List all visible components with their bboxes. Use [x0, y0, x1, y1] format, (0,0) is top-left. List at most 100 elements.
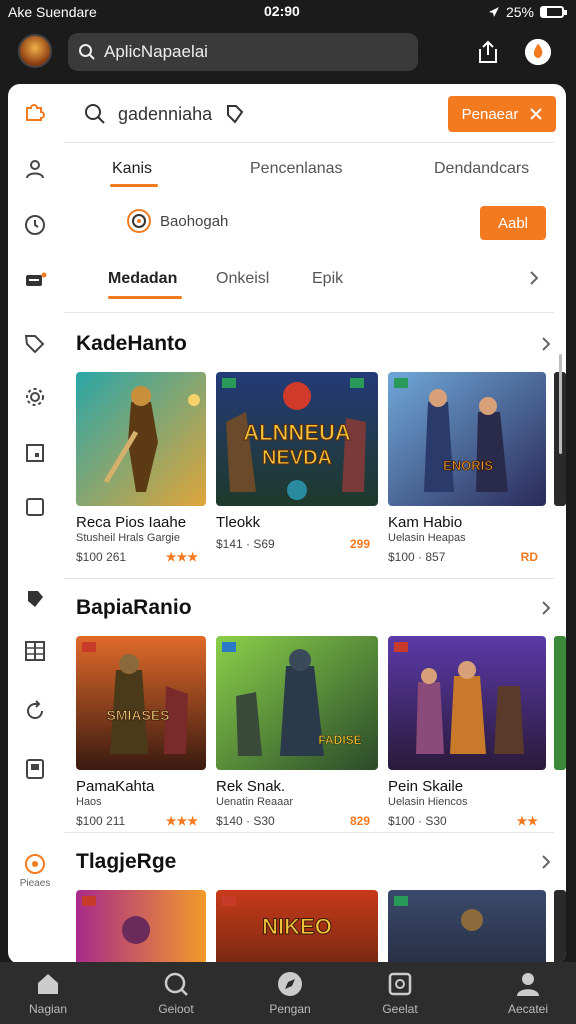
carrier-text: Ake Suendare: [8, 4, 97, 20]
tab-pencenlanas[interactable]: Pencenlanas: [250, 160, 343, 178]
nav-item-discover[interactable]: Geioot: [136, 970, 216, 1016]
bookmark-outline-icon[interactable]: [224, 103, 246, 125]
search-icon: [79, 44, 95, 60]
bottom-nav: Nagian Geioot Pengan Geelat Aecatei: [0, 962, 576, 1024]
game-price: $100 261: [76, 550, 127, 564]
bookmark-icon[interactable]: [20, 584, 50, 614]
game-title: Rek Snak.: [216, 778, 286, 795]
clock-icon[interactable]: [20, 210, 50, 240]
puzzle-icon[interactable]: [20, 96, 50, 126]
search-icon: [85, 104, 105, 124]
scrollbar[interactable]: [559, 354, 562, 454]
game-rating: 299: [349, 537, 370, 551]
game-thumbnail: [76, 890, 206, 964]
tab-onkeisl[interactable]: Onkeisl: [216, 270, 269, 288]
active-tab-indicator: [110, 184, 158, 187]
game-subtitle: Uelasin Heapas: [388, 532, 466, 544]
rail-item-bottom[interactable]: Pieaes: [14, 848, 56, 892]
chat-icon[interactable]: [20, 266, 50, 296]
game-title: Reca Pios Iaahe: [76, 514, 187, 531]
poster-text: NEVDA: [262, 447, 332, 469]
tab-epik[interactable]: Epik: [312, 270, 343, 288]
square-icon[interactable]: [20, 492, 50, 522]
search-icon: [164, 972, 188, 996]
apply-button[interactable]: Aabl: [480, 206, 546, 240]
game-card[interactable]: ENORIS Kam Habio Uelasin Heapas $100 · 8…: [388, 372, 546, 566]
refresh-icon[interactable]: [20, 696, 50, 726]
share-icon[interactable]: [474, 38, 502, 66]
filter-label[interactable]: Baohogah: [160, 213, 228, 230]
status-bar: Ake Suendare 02:90 25%: [0, 0, 576, 24]
tag-icon[interactable]: [20, 328, 50, 358]
tab-dendandcars[interactable]: Dendandcars: [434, 160, 529, 178]
game-card[interactable]: Pein Skaile Uelasin Hiencos $100 · S30 ★★: [388, 636, 546, 830]
section-title: BapiaRanio: [76, 596, 192, 619]
gear-icon[interactable]: [20, 382, 50, 412]
target-icon: [25, 853, 45, 874]
battery-percent: 25%: [505, 4, 534, 20]
game-price: $100 211: [76, 814, 126, 828]
game-title: PamaKahta: [76, 778, 155, 795]
game-subtitle: Stusheil Hrals Gargie: [76, 532, 180, 544]
media-icon[interactable]: [20, 754, 50, 784]
game-card[interactable]: [388, 890, 546, 964]
nav-item-account[interactable]: Aecatei: [488, 970, 568, 1016]
game-price: $140 · S30: [216, 814, 275, 828]
close-icon: [530, 108, 543, 120]
nav-label: Pengan: [269, 1002, 311, 1016]
game-card[interactable]: NIKEO: [216, 890, 378, 964]
next-card-peek: [554, 890, 566, 964]
main-column: gadenniaha Penaear Kanis Pencenlanas Den…: [64, 84, 566, 964]
game-rating: ★★: [516, 814, 538, 828]
tab-medadan[interactable]: Medadan: [108, 270, 177, 288]
chevron-right-icon[interactable]: [526, 270, 542, 286]
chevron-right-icon[interactable]: [538, 854, 554, 870]
game-subtitle: Uenatin Reaaar: [216, 796, 294, 808]
header-search-input[interactable]: AplicNapaelai: [68, 33, 418, 71]
primary-tabs: Kanis Pencenlanas Dendandcars: [64, 154, 554, 194]
game-card[interactable]: SMIASES PamaKahta Haos $100 211 ★★★: [76, 636, 206, 830]
filter-row: Baohogah Aabl: [64, 202, 554, 242]
divider: [64, 312, 554, 313]
game-card[interactable]: FADISE Rek Snak. Uenatin Reaaar $140 · S…: [216, 636, 378, 830]
secondary-tabs: Medadan Onkeisl Epik: [64, 264, 554, 304]
game-card[interactable]: Reca Pios Iaahe Stusheil Hrals Gargie $1…: [76, 372, 206, 566]
game-subtitle: Haos: [76, 796, 102, 808]
nav-item-library[interactable]: Geelat: [360, 970, 440, 1016]
nav-label: Geioot: [158, 1002, 194, 1016]
divider: [64, 578, 554, 579]
chevron-right-icon[interactable]: [538, 336, 554, 352]
game-thumbnail: [76, 372, 206, 506]
nav-item-compass[interactable]: Pengan: [250, 970, 330, 1016]
app-header: AplicNapaelai: [0, 26, 576, 82]
profile-flame-icon[interactable]: [524, 38, 552, 66]
nav-label: Aecatei: [507, 1002, 549, 1016]
header-search-placeholder: AplicNapaelai: [104, 42, 208, 61]
user-icon[interactable]: [20, 154, 50, 184]
game-thumbnail: ALNNEUA NEVDA: [216, 372, 378, 506]
clock: 02:90: [264, 3, 300, 19]
chevron-right-icon[interactable]: [538, 600, 554, 616]
tab-kanis[interactable]: Kanis: [112, 160, 152, 178]
battery-icon: [540, 6, 567, 18]
rail-bottom-label: Pieaes: [19, 877, 51, 889]
poster-text: ALNNEUA: [243, 420, 351, 445]
search-submit-button[interactable]: Penaear: [448, 96, 556, 132]
game-price-row: $100 · S30 ★★: [388, 814, 546, 830]
game-card[interactable]: [76, 890, 206, 964]
game-price: $141 · S69: [216, 537, 275, 551]
game-card[interactable]: ALNNEUA NEVDA Tleokk $141 · S69 299: [216, 372, 378, 553]
poster-text: ENORIS: [443, 458, 493, 473]
grid-icon[interactable]: [20, 636, 50, 666]
game-thumbnail: ENORIS: [388, 372, 546, 506]
game-price-row: $140 · S30 829: [216, 814, 378, 830]
next-card-peek: [554, 636, 566, 770]
window-icon[interactable]: [20, 438, 50, 468]
avatar[interactable]: [18, 34, 52, 68]
library-icon: [388, 972, 412, 996]
inner-search-input[interactable]: gadenniaha: [118, 104, 212, 125]
game-price: $100 · S30: [388, 814, 447, 828]
nav-item-home[interactable]: Nagian: [8, 970, 88, 1016]
game-price: $100 · 857: [388, 550, 446, 564]
target-icon: [127, 209, 151, 233]
